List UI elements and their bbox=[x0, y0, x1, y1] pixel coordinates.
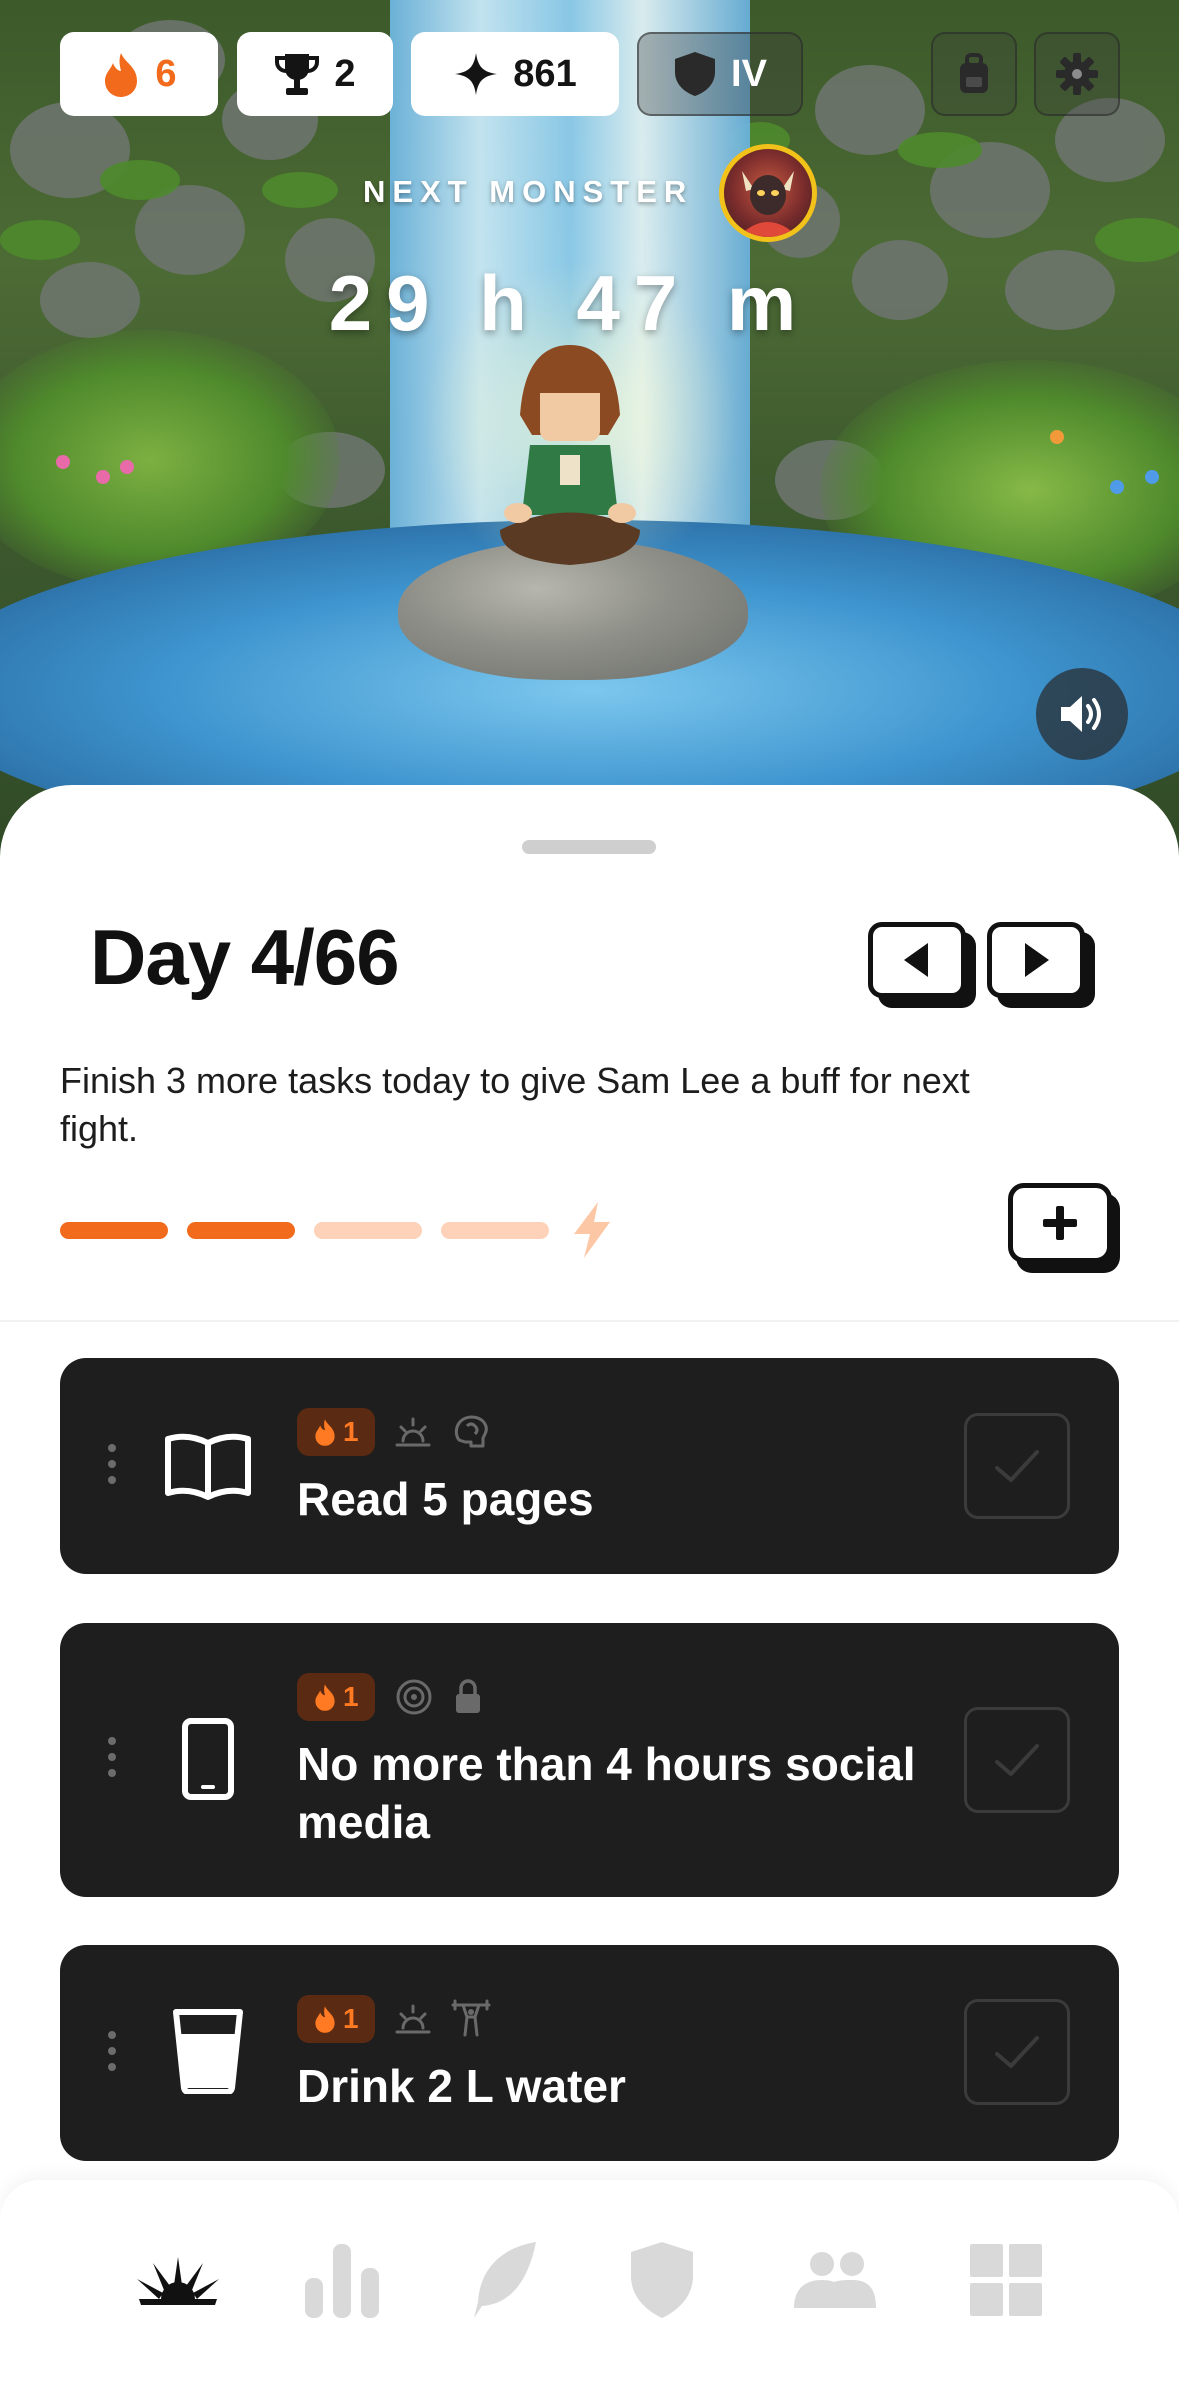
checkmark-icon bbox=[995, 2036, 1039, 2068]
sheet-grabber-handle[interactable] bbox=[522, 840, 656, 854]
task-streak-chip: 1 bbox=[297, 1408, 375, 1456]
flower-decoration bbox=[56, 455, 70, 469]
trophy-value: 2 bbox=[334, 52, 356, 95]
monster-portrait-icon bbox=[738, 171, 798, 237]
bottom-navigation-bar bbox=[0, 2180, 1179, 2396]
checkmark-icon bbox=[995, 1744, 1039, 1776]
add-task-button[interactable] bbox=[1008, 1183, 1120, 1273]
task-card[interactable]: 1 Read 5 pages bbox=[60, 1358, 1119, 1574]
task-streak-chip: 1 bbox=[297, 1673, 375, 1721]
flower-decoration bbox=[96, 470, 110, 484]
divider bbox=[0, 1320, 1179, 1322]
progress-segment bbox=[441, 1221, 549, 1239]
task-checkbox[interactable] bbox=[964, 1707, 1070, 1813]
flower-decoration bbox=[1145, 470, 1159, 484]
daily-progress-bar bbox=[60, 1200, 616, 1260]
glass-icon bbox=[160, 2003, 256, 2099]
phone-icon bbox=[160, 1711, 256, 1807]
drag-handle-icon[interactable] bbox=[108, 2031, 116, 2079]
streak-value: 6 bbox=[155, 52, 177, 95]
progress-segment bbox=[187, 1221, 295, 1239]
plus-icon bbox=[1043, 1206, 1077, 1240]
nav-home-button[interactable] bbox=[128, 2230, 228, 2330]
rank-badge[interactable]: IV bbox=[637, 32, 803, 116]
weightlifting-icon bbox=[451, 1999, 491, 2037]
home-sunburst-icon bbox=[137, 2257, 219, 2305]
stats-icon bbox=[305, 2244, 379, 2318]
task-card[interactable]: 1 Drink 2 L water bbox=[60, 1945, 1119, 2161]
previous-day-button[interactable] bbox=[868, 922, 976, 1008]
nav-shield-button[interactable] bbox=[612, 2230, 712, 2330]
inventory-button[interactable] bbox=[931, 32, 1017, 116]
task-title: Read 5 pages bbox=[297, 1473, 594, 1525]
nav-friends-button[interactable] bbox=[785, 2230, 885, 2330]
book-icon bbox=[160, 1418, 256, 1514]
next-day-button[interactable] bbox=[987, 922, 1095, 1008]
nav-grid-button[interactable] bbox=[956, 2230, 1056, 2330]
backpack-icon bbox=[960, 53, 988, 93]
meditating-hero-character bbox=[500, 345, 640, 565]
trophy-icon bbox=[275, 54, 320, 95]
task-streak-chip: 1 bbox=[297, 1995, 375, 2043]
sunrise-icon bbox=[395, 1417, 431, 1447]
flower-decoration bbox=[1110, 480, 1124, 494]
points-value: 861 bbox=[513, 52, 577, 95]
drag-handle-icon[interactable] bbox=[108, 1444, 116, 1492]
flame-icon bbox=[105, 53, 138, 97]
task-checkbox[interactable] bbox=[964, 1999, 1070, 2105]
nav-journal-button[interactable] bbox=[455, 2230, 555, 2330]
settings-button[interactable] bbox=[1034, 32, 1120, 116]
lock-icon bbox=[455, 1679, 480, 1713]
sunrise-icon bbox=[395, 2004, 431, 2034]
next-monster-row: NEXT MONSTER bbox=[0, 142, 1179, 242]
speaker-icon bbox=[1061, 696, 1101, 732]
sound-toggle-button[interactable] bbox=[1036, 668, 1128, 760]
gear-icon bbox=[1056, 53, 1098, 95]
play-left-icon bbox=[904, 943, 928, 977]
lightning-icon bbox=[574, 1202, 610, 1258]
next-monster-timer: 29 h 47 m bbox=[328, 259, 811, 347]
monster-avatar[interactable] bbox=[719, 144, 817, 242]
progress-segment bbox=[314, 1221, 422, 1239]
drag-handle-icon[interactable] bbox=[108, 1737, 116, 1785]
flower-decoration bbox=[1050, 430, 1064, 444]
rank-value: IV bbox=[731, 52, 767, 95]
points-counter[interactable]: 861 bbox=[411, 32, 619, 116]
progress-segment bbox=[60, 1221, 168, 1239]
task-checkbox[interactable] bbox=[964, 1413, 1070, 1519]
task-streak-value: 1 bbox=[343, 1681, 359, 1712]
task-streak-value: 1 bbox=[343, 1416, 359, 1447]
day-description: Finish 3 more tasks today to give Sam Le… bbox=[60, 1060, 970, 1149]
target-icon bbox=[396, 1679, 432, 1715]
streak-counter[interactable]: 6 bbox=[60, 32, 218, 116]
task-tags: 1 bbox=[297, 1673, 483, 1721]
task-streak-value: 1 bbox=[343, 2003, 359, 2034]
trophy-counter[interactable]: 2 bbox=[237, 32, 393, 116]
sparkle-icon bbox=[455, 53, 498, 95]
checkmark-icon bbox=[995, 1450, 1039, 1482]
task-title: No more than 4 hours social media bbox=[297, 1738, 916, 1848]
shield-icon bbox=[631, 2242, 693, 2318]
flame-icon bbox=[315, 2006, 335, 2033]
play-right-icon bbox=[1025, 943, 1049, 977]
friends-icon bbox=[794, 2252, 876, 2308]
shield-rank-icon bbox=[675, 52, 716, 96]
task-tags: 1 bbox=[297, 1408, 491, 1456]
hero-scene bbox=[0, 0, 1179, 880]
day-title: Day 4/66 bbox=[90, 913, 400, 1001]
journal-feather-icon bbox=[474, 2242, 536, 2318]
next-monster-label: NEXT MONSTER bbox=[363, 174, 694, 209]
flower-decoration bbox=[120, 460, 134, 474]
flame-icon bbox=[315, 1419, 335, 1446]
task-title: Drink 2 L water bbox=[297, 2060, 626, 2112]
brain-icon bbox=[454, 1415, 488, 1448]
nav-stats-button[interactable] bbox=[292, 2230, 392, 2330]
grid-icon bbox=[970, 2244, 1042, 2316]
task-tags: 1 bbox=[297, 1995, 491, 2043]
task-card[interactable]: 1 No more than 4 hours social media bbox=[60, 1623, 1119, 1897]
flame-icon bbox=[315, 1684, 335, 1711]
